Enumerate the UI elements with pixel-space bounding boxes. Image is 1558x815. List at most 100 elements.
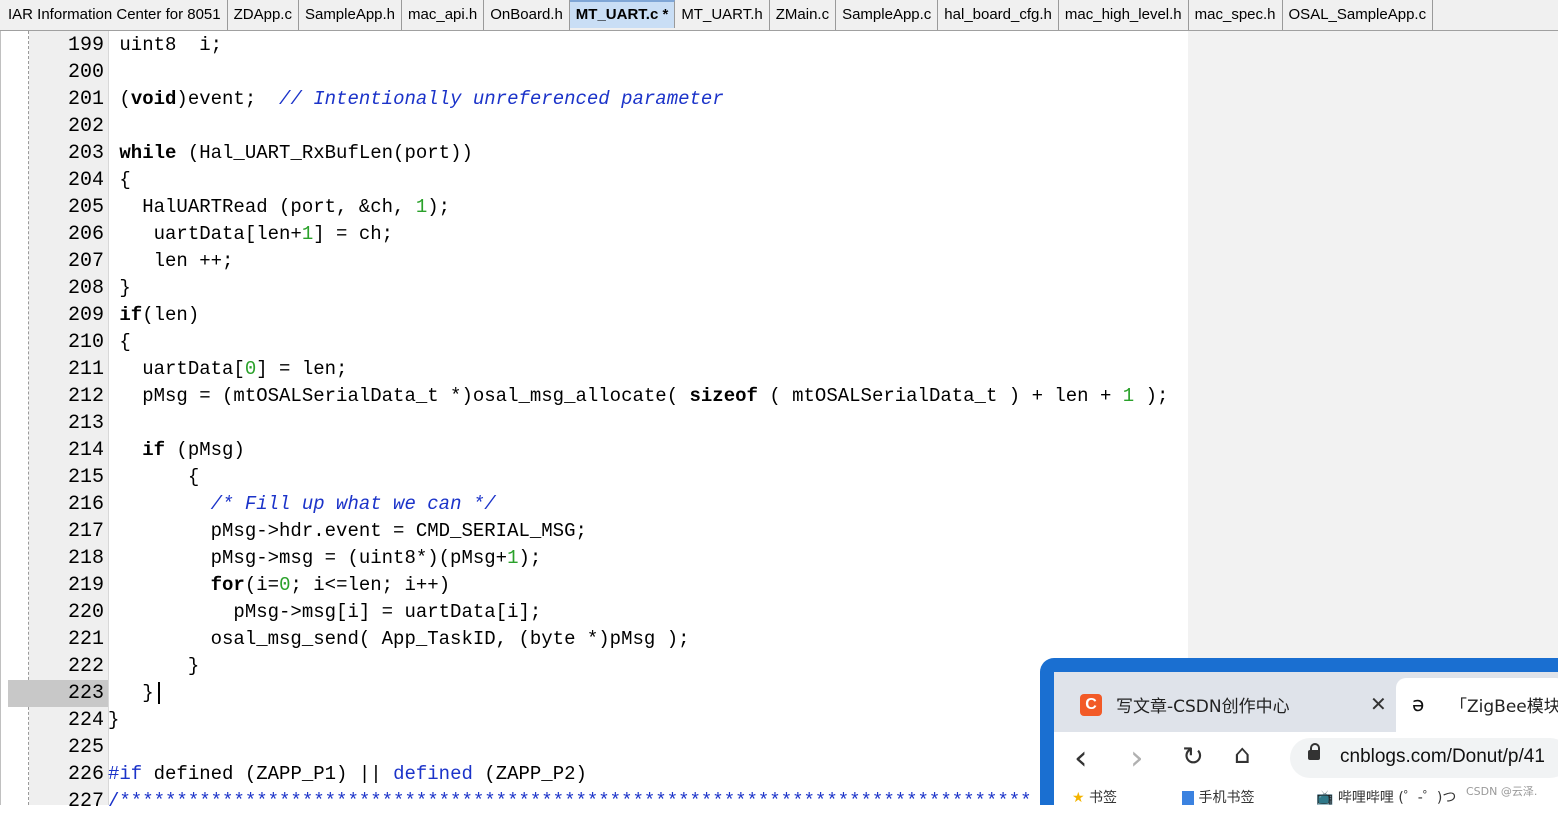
code-token: defined [393,763,473,785]
bookmark-item[interactable]: 手机书签 [1182,787,1254,805]
code-token: pMsg->msg[i] = uartData[i]; [108,601,542,623]
tab-file[interactable]: mac_high_level.h [1059,0,1189,30]
code-line[interactable]: 205 HalUARTRead (port, &ch, 1); [0,194,1558,221]
code-text: len ++; [108,248,234,275]
code-line[interactable]: 213 [0,410,1558,437]
tab-file[interactable]: ZMain.c [770,0,837,30]
editor-tab-bar: IAR Information Center for 8051 ZDApp.c Sa… [0,0,1558,31]
line-number: 202 [67,115,104,138]
code-text: uint8 i; [108,32,222,59]
tab-file[interactable]: hal_board_cfg.h [938,0,1059,30]
code-line[interactable]: 219 for(i=0; i<=len; i++) [0,572,1558,599]
close-icon[interactable]: ✕ [1370,692,1387,716]
code-line[interactable]: 202 [0,113,1558,140]
line-number: 219 [67,574,104,597]
code-line[interactable]: 203 while (Hal_UART_RxBufLen(port)) [0,140,1558,167]
code-token: // Intentionally unreferenced parameter [279,88,724,110]
code-line[interactable]: 207 len ++; [0,248,1558,275]
tab-file[interactable]: mac_api.h [402,0,485,30]
code-token: 0 [279,574,291,596]
back-icon[interactable]: ‹ [1074,738,1088,778]
browser-tab-csdn[interactable]: C 写文章-CSDN创作中心 ✕ [1054,672,1394,732]
bookmark-item[interactable]: ★ 书签 [1072,787,1117,805]
code-line[interactable]: 214 if (pMsg) [0,437,1558,464]
code-line[interactable]: 209 if(len) [0,302,1558,329]
code-line[interactable]: 220 pMsg->msg[i] = uartData[i]; [0,599,1558,626]
line-number: 199 [67,34,104,57]
code-token: uartData[len+ [108,223,302,245]
code-line[interactable]: 221 osal_msg_send( App_TaskID, (byte *)p… [0,626,1558,653]
code-token: ] = ch; [313,223,394,245]
code-line[interactable]: 215 { [0,464,1558,491]
tab-file[interactable]: OSAL_SampleApp.c [1283,0,1434,30]
code-line[interactable]: 211 uartData[0] = len; [0,356,1558,383]
code-token: pMsg = (mtOSALSerialData_t *)osal_msg_al… [108,385,690,407]
code-line[interactable]: 212 pMsg = (mtOSALSerialData_t *)osal_ms… [0,383,1558,410]
address-bar[interactable]: cnblogs.com/Donut/p/41 [1290,738,1558,778]
browser-tab-title: 「ZigBee模块 [1450,697,1558,717]
tab-file[interactable]: MT_UART.h [675,0,770,30]
code-text: pMsg->msg = (uint8*)(pMsg+1); [108,545,542,572]
code-token: 1 [1122,385,1135,407]
tab-active-file[interactable]: MT_UART.c * [569,0,676,28]
code-line[interactable]: 217 pMsg->hdr.event = CMD_SERIAL_MSG; [0,518,1558,545]
code-line[interactable]: 218 pMsg->msg = (uint8*)(pMsg+1); [0,545,1558,572]
code-token: /***************************************… [108,790,1032,812]
code-line[interactable]: 208 } [0,275,1558,302]
bookmark-item[interactable]: 📺 哔哩哔哩 (゜-゜)つ [1316,787,1456,805]
code-token: (Hal_UART_RxBufLen(port)) [176,142,473,164]
lock-icon [1308,743,1320,760]
bilibili-icon: 📺 [1316,790,1334,805]
code-token: { [108,466,200,488]
code-token: ] = len; [256,358,348,380]
url-text: cnblogs.com/Donut/p/41 [1340,746,1545,767]
code-text: uartData[0] = len; [108,356,347,383]
line-number: 227 [67,790,104,813]
code-text: pMsg = (mtOSALSerialData_t *)osal_msg_al… [108,383,1168,410]
browser-tab-title: 写文章-CSDN创作中心 [1116,697,1290,717]
line-number: 220 [67,601,104,624]
code-token: 0 [244,358,257,380]
bookmark-label: 手机书签 [1198,790,1255,805]
code-token: if [119,304,143,326]
code-text: } [108,653,199,680]
code-token: } [108,655,200,677]
code-text: if(len) [108,302,199,329]
tab-file[interactable]: ZDApp.c [228,0,299,30]
line-number: 214 [67,439,104,462]
tab-file[interactable]: mac_spec.h [1189,0,1283,30]
line-number: 222 [67,655,104,678]
csdn-favicon-icon: C [1080,694,1102,716]
code-line[interactable]: 210 { [0,329,1558,356]
code-text: } [108,680,160,707]
code-line[interactable]: 201 (void)event; // Intentionally unrefe… [0,86,1558,113]
code-token: } [108,277,131,299]
browser-tab-cnblogs[interactable]: ǝ 「ZigBee模块 [1396,678,1558,732]
home-icon[interactable]: ⌂ [1234,740,1251,770]
forward-icon[interactable]: › [1130,738,1144,778]
code-text: for(i=0; i<=len; i++) [108,572,450,599]
line-number: 205 [67,196,104,219]
line-number: 206 [67,223,104,246]
tab-file[interactable]: OnBoard.h [484,0,570,30]
code-line[interactable]: 206 uartData[len+1] = ch; [0,221,1558,248]
code-line[interactable]: 199 uint8 i; [0,32,1558,59]
code-text: while (Hal_UART_RxBufLen(port)) [108,140,473,167]
tab-file[interactable]: SampleApp.h [299,0,403,30]
code-token: ); [427,196,451,218]
code-line[interactable]: 216 /* Fill up what we can */ [0,491,1558,518]
tab-file[interactable]: IAR Information Center for 8051 [0,0,228,30]
reload-icon[interactable]: ↻ [1182,742,1204,772]
code-line[interactable]: 200 [0,59,1558,86]
browser-tab-strip: C 写文章-CSDN创作中心 ✕ ǝ 「ZigBee模块 [1054,672,1558,732]
code-token: 1 [507,547,519,569]
code-line[interactable]: 204 { [0,167,1558,194]
code-token: for [210,574,245,596]
bookmark-label: 哔哩哔哩 (゜-゜)つ [1337,790,1457,805]
tab-file[interactable]: SampleApp.c [836,0,939,30]
